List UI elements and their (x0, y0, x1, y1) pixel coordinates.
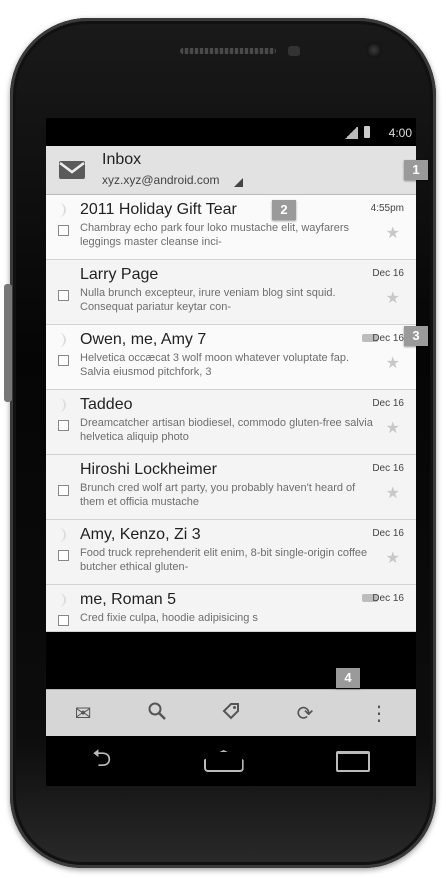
email-checkbox[interactable] (58, 550, 69, 561)
refresh-icon[interactable]: ⟳ (285, 701, 325, 726)
email-date: Dec 16 (372, 528, 404, 539)
volume-button (4, 284, 12, 402)
email-row[interactable]: Hiroshi Lockheimer Dec 16 Brunch cred wo… (46, 455, 416, 520)
importance-marker-icon (56, 333, 66, 347)
email-date: Dec 16 (372, 268, 404, 279)
importance-marker-icon (56, 528, 66, 542)
email-row[interactable]: Owen, me, Amy 7 Dec 16 Helvetica occæcat… (46, 325, 416, 390)
email-checkbox[interactable] (58, 290, 69, 301)
importance-marker-icon (56, 593, 66, 607)
home-icon[interactable] (203, 750, 244, 772)
email-date: 4:55pm (370, 203, 404, 214)
bottom-action-bar: ✉ ⟳ ⋮ (46, 689, 416, 737)
recent-apps-icon[interactable] (335, 750, 370, 772)
email-checkbox[interactable] (58, 485, 69, 496)
email-date: Dec 16 (372, 398, 404, 409)
email-sender: Owen, me, Amy 7 (80, 331, 207, 348)
star-icon[interactable]: ★ (386, 353, 400, 373)
email-row[interactable]: Taddeo Dec 16 Dreamcatcher artisan biodi… (46, 390, 416, 455)
search-icon[interactable] (137, 701, 177, 727)
email-row[interactable]: Amy, Kenzo, Zi 3 Dec 16 Food truck repre… (46, 520, 416, 585)
battery-icon (364, 126, 370, 138)
email-snippet: Food truck reprehenderit elit enim, 8-bi… (80, 547, 368, 573)
proximity-sensor (288, 46, 300, 56)
email-checkbox[interactable] (58, 225, 69, 236)
email-snippet: Brunch cred wolf art party, you probably… (80, 482, 356, 508)
star-icon[interactable]: ★ (386, 548, 400, 568)
email-sender: Taddeo (80, 396, 133, 413)
overflow-menu-icon[interactable]: ⋮ (359, 701, 399, 726)
callout-badge: 2 (272, 200, 296, 220)
callout-badge: 1 (404, 160, 428, 180)
email-sender: 2011 Holiday Gift Tear (80, 201, 237, 218)
earpiece-speaker (180, 48, 276, 54)
email-sender: Hiroshi Lockheimer (80, 461, 217, 478)
email-row[interactable]: 2011 Holiday Gift Tear 4:55pm Chambray e… (46, 195, 416, 260)
signal-icon (344, 127, 358, 139)
front-camera (366, 42, 382, 58)
callout-badge: 4 (336, 668, 360, 688)
email-snippet: Helvetica occæcat 3 wolf moon whatever v… (80, 352, 350, 378)
label-icon[interactable] (211, 701, 251, 727)
system-nav-bar: ⮌ (46, 736, 416, 786)
star-icon[interactable]: ★ (386, 223, 400, 243)
inbox-header[interactable]: Inbox xyz.xyz@android.com (46, 146, 416, 195)
mailbox-title: Inbox (102, 151, 142, 168)
email-sender: Larry Page (80, 266, 159, 283)
star-icon[interactable]: ★ (386, 288, 400, 308)
email-row[interactable]: me, Roman 5 Dec 16 Cred fixie culpa, hoo… (46, 585, 416, 632)
email-date: Dec 16 (372, 333, 404, 344)
email-snippet: Cred fixie culpa, hoodie adipisicing s (80, 612, 258, 624)
email-snippet: Chambray echo park four loko mustache el… (80, 222, 350, 248)
email-checkbox[interactable] (58, 355, 69, 366)
email-sender: Amy, Kenzo, Zi 3 (80, 526, 201, 543)
back-icon[interactable]: ⮌ (92, 741, 111, 782)
phone-screen: 4:00 Inbox xyz.xyz@android.com 2011 Holi… (46, 118, 416, 786)
star-icon[interactable]: ★ (386, 483, 400, 503)
importance-marker-icon (56, 203, 66, 217)
status-time: 4:00 (388, 126, 412, 140)
importance-marker-icon (56, 398, 66, 412)
email-date: Dec 16 (372, 463, 404, 474)
email-snippet: Nulla brunch excepteur, irure veniam blo… (80, 287, 336, 313)
email-checkbox[interactable] (58, 615, 69, 626)
email-list: 2011 Holiday Gift Tear 4:55pm Chambray e… (46, 195, 416, 632)
gmail-logo-icon (58, 160, 86, 185)
email-sender: me, Roman 5 (80, 591, 177, 608)
callout-badge: 3 (404, 326, 428, 346)
email-date: Dec 16 (372, 593, 404, 604)
status-bar: 4:00 (46, 118, 416, 146)
account-email: xyz.xyz@android.com (102, 173, 220, 187)
email-checkbox[interactable] (58, 420, 69, 431)
compose-icon[interactable]: ✉ (63, 701, 103, 726)
star-icon[interactable]: ★ (386, 418, 400, 438)
account-dropdown-icon[interactable] (234, 178, 243, 187)
email-row[interactable]: Larry Page Dec 16 Nulla brunch excepteur… (46, 260, 416, 325)
email-snippet: Dreamcatcher artisan biodiesel, commodo … (80, 417, 373, 443)
